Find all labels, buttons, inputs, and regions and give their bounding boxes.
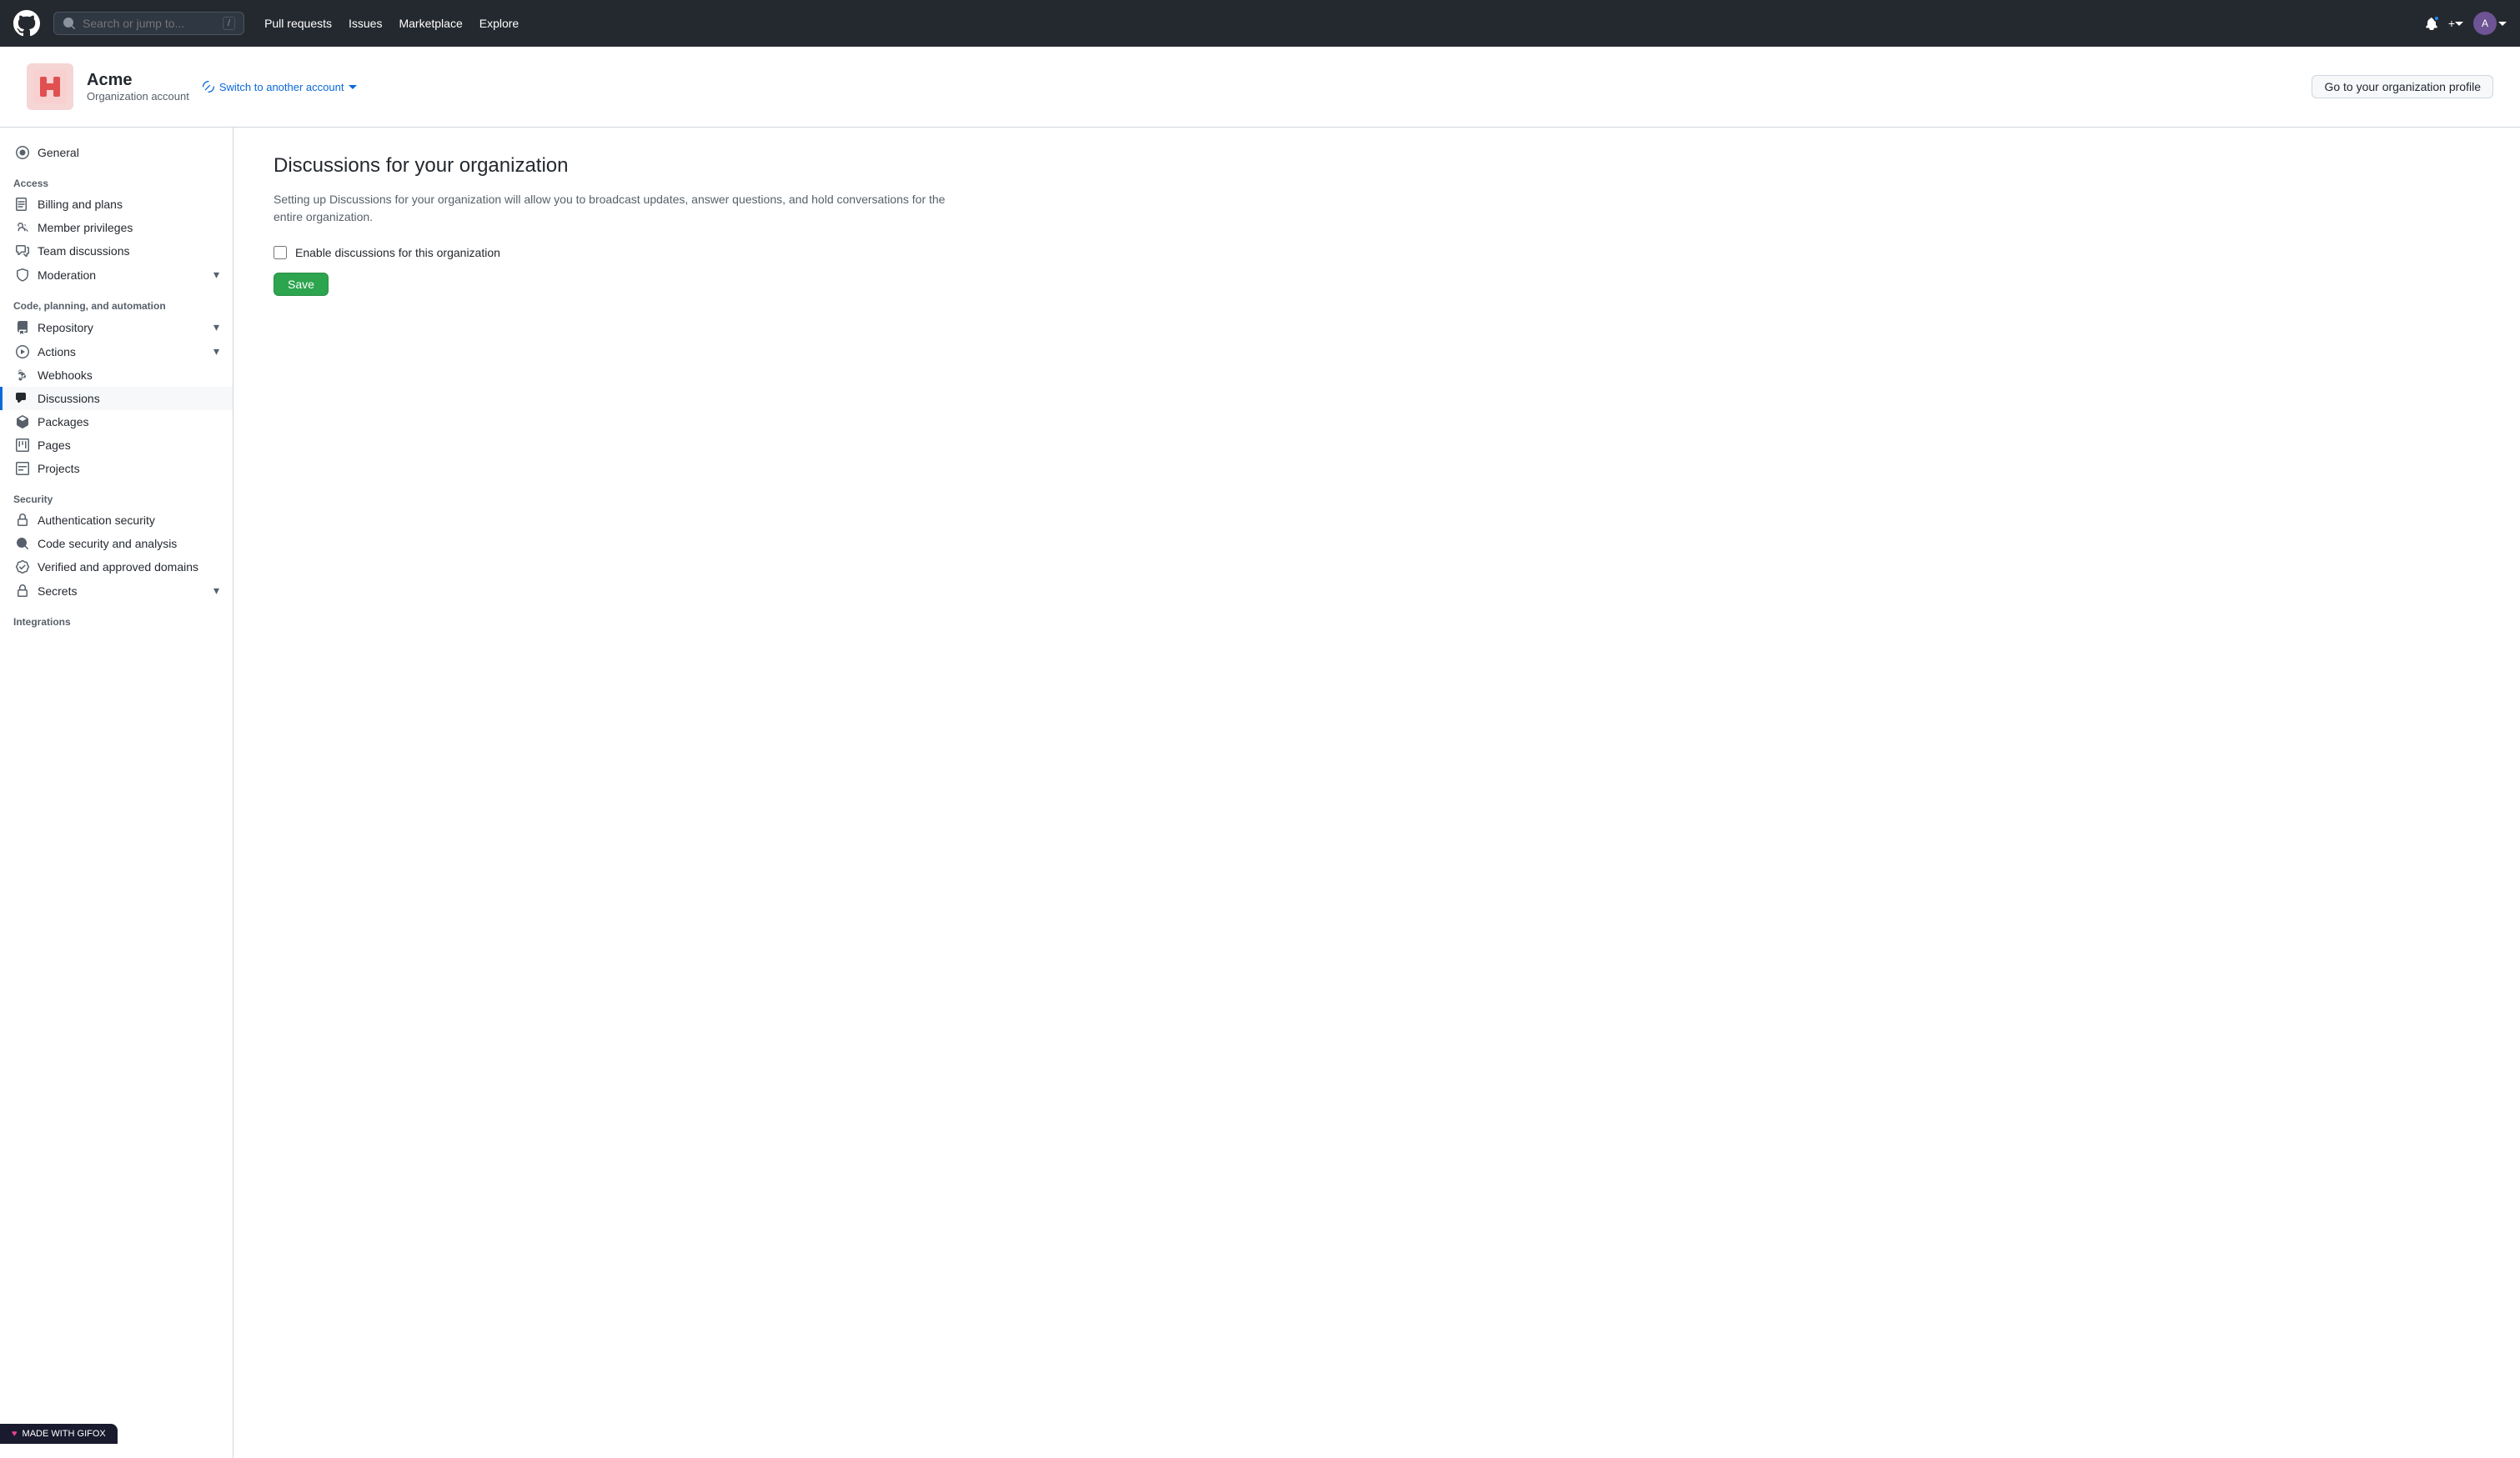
sidebar-item-secrets[interactable]: Secrets ▾ bbox=[0, 579, 233, 603]
sidebar-item-label: Discussions bbox=[38, 392, 100, 405]
sidebar-item-label: Verified and approved domains bbox=[38, 560, 198, 574]
sidebar-item-pages[interactable]: Pages bbox=[0, 433, 233, 457]
topnav-right: + A bbox=[2425, 12, 2507, 35]
sidebar-item-packages[interactable]: Packages bbox=[0, 410, 233, 433]
sidebar-item-projects[interactable]: Projects bbox=[0, 457, 233, 480]
sidebar-item-label: Billing and plans bbox=[38, 198, 123, 211]
content-area: General Access Billing and plans Member … bbox=[0, 128, 2520, 1458]
sidebar-item-verified-domains[interactable]: Verified and approved domains bbox=[0, 555, 233, 579]
sidebar-item-label: Code security and analysis bbox=[38, 537, 177, 550]
actions-icon bbox=[16, 345, 29, 358]
nav-pull-requests[interactable]: Pull requests bbox=[264, 17, 332, 30]
secrets-expand-icon: ▾ bbox=[213, 584, 219, 598]
sidebar-item-billing[interactable]: Billing and plans bbox=[0, 193, 233, 216]
main-panel: Discussions for your organization Settin… bbox=[233, 128, 2520, 1458]
billing-icon bbox=[16, 198, 29, 211]
user-menu-button[interactable]: A bbox=[2473, 12, 2507, 35]
sidebar: General Access Billing and plans Member … bbox=[0, 128, 233, 1458]
moderation-expand-icon: ▾ bbox=[213, 268, 219, 282]
comment-icon bbox=[16, 244, 29, 258]
switch-account-link[interactable]: Switch to another account bbox=[203, 81, 358, 93]
actions-expand-icon: ▾ bbox=[213, 344, 219, 358]
gifox-heart: ♥ bbox=[12, 1429, 18, 1439]
org-name-group: Acme Organization account bbox=[87, 71, 189, 103]
org-header: Acme Organization account Switch to anot… bbox=[0, 47, 2520, 128]
nav-marketplace[interactable]: Marketplace bbox=[399, 17, 462, 30]
sidebar-item-label: Webhooks bbox=[38, 368, 93, 382]
sidebar-item-label: Authentication security bbox=[38, 514, 155, 527]
dropdown-icon bbox=[2455, 19, 2463, 28]
repo-expand-icon: ▾ bbox=[213, 320, 219, 334]
enable-discussions-label[interactable]: Enable discussions for this organization bbox=[295, 246, 500, 259]
sidebar-item-actions[interactable]: Actions ▾ bbox=[0, 339, 233, 363]
github-logo[interactable] bbox=[13, 10, 40, 37]
org-name: Acme bbox=[87, 71, 189, 90]
people-icon bbox=[16, 221, 29, 234]
save-button[interactable]: Save bbox=[274, 273, 329, 296]
gifox-label: MADE WITH GIFOX bbox=[23, 1429, 106, 1439]
sidebar-item-discussions[interactable]: Discussions bbox=[0, 387, 233, 410]
user-chevron-icon bbox=[2498, 19, 2507, 28]
shield-icon bbox=[16, 268, 29, 282]
sidebar-item-code-security[interactable]: Code security and analysis bbox=[0, 532, 233, 555]
notification-dot bbox=[2433, 15, 2440, 22]
org-avatar bbox=[27, 63, 73, 110]
codesecurity-icon bbox=[16, 537, 29, 550]
sidebar-item-member-privileges[interactable]: Member privileges bbox=[0, 216, 233, 239]
topnav-links: Pull requests Issues Marketplace Explore bbox=[264, 17, 519, 30]
page-title: Discussions for your organization bbox=[274, 154, 2480, 178]
sidebar-item-label: Secrets bbox=[38, 584, 77, 598]
enable-discussions-checkbox[interactable] bbox=[274, 246, 287, 259]
lock-icon bbox=[16, 514, 29, 527]
search-input[interactable] bbox=[83, 17, 216, 30]
sidebar-item-label: Projects bbox=[38, 462, 80, 475]
sidebar-section-integrations: Integrations bbox=[0, 609, 233, 631]
enable-discussions-row: Enable discussions for this organization bbox=[274, 246, 2480, 259]
avatar: A bbox=[2473, 12, 2497, 35]
search-box[interactable]: / bbox=[53, 12, 244, 35]
gifox-badge: ♥ MADE WITH GIFOX bbox=[0, 1424, 118, 1444]
verified-icon bbox=[16, 560, 29, 574]
nav-issues[interactable]: Issues bbox=[349, 17, 382, 30]
sidebar-item-label: Member privileges bbox=[38, 221, 133, 234]
packages-icon bbox=[16, 415, 29, 428]
sidebar-item-label: General bbox=[38, 146, 79, 159]
webhooks-icon bbox=[16, 368, 29, 382]
sidebar-item-general[interactable]: General bbox=[0, 141, 233, 164]
org-info: Acme Organization account Switch to anot… bbox=[27, 63, 357, 110]
notifications-button[interactable] bbox=[2425, 17, 2438, 30]
sidebar-section-access: Access bbox=[0, 171, 233, 193]
sidebar-item-label: Actions bbox=[38, 345, 76, 358]
pages-icon bbox=[16, 438, 29, 452]
sidebar-item-label: Packages bbox=[38, 415, 88, 428]
sidebar-section-code: Code, planning, and automation bbox=[0, 293, 233, 315]
sidebar-item-repository[interactable]: Repository ▾ bbox=[0, 315, 233, 339]
switch-icon bbox=[203, 81, 214, 93]
sidebar-item-auth-security[interactable]: Authentication security bbox=[0, 509, 233, 532]
repo-icon bbox=[16, 321, 29, 334]
sidebar-section-security: Security bbox=[0, 487, 233, 509]
sidebar-item-moderation[interactable]: Moderation ▾ bbox=[0, 263, 233, 287]
page-wrapper: Acme Organization account Switch to anot… bbox=[0, 0, 2520, 1458]
org-profile-button[interactable]: Go to your organization profile bbox=[2312, 75, 2493, 98]
topnav: / Pull requests Issues Marketplace Explo… bbox=[0, 0, 2520, 47]
discussions-icon bbox=[16, 392, 29, 405]
add-button[interactable]: + bbox=[2448, 17, 2463, 30]
sidebar-item-team-discussions[interactable]: Team discussions bbox=[0, 239, 233, 263]
sidebar-item-label: Team discussions bbox=[38, 244, 130, 258]
sidebar-item-label: Moderation bbox=[38, 268, 96, 282]
switch-chevron-icon bbox=[349, 83, 357, 91]
nav-explore[interactable]: Explore bbox=[479, 17, 519, 30]
sidebar-item-label: Pages bbox=[38, 438, 71, 452]
projects-icon bbox=[16, 462, 29, 475]
search-icon bbox=[63, 17, 76, 30]
org-type: Organization account bbox=[87, 90, 189, 103]
sidebar-item-webhooks[interactable]: Webhooks bbox=[0, 363, 233, 387]
search-slash: / bbox=[223, 17, 235, 30]
sidebar-item-label: Repository bbox=[38, 321, 93, 334]
secrets-icon bbox=[16, 584, 29, 598]
gear-icon bbox=[16, 146, 29, 159]
org-avatar-icon bbox=[33, 70, 67, 103]
page-description: Setting up Discussions for your organiza… bbox=[274, 191, 957, 226]
